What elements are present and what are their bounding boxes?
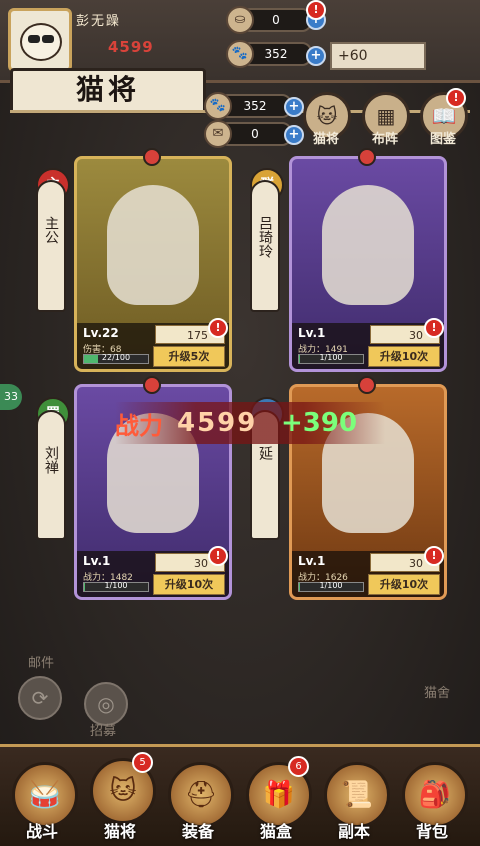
cat-head-icon: 🐱	[316, 104, 338, 128]
cat-coin-icon: 🐾	[204, 92, 232, 120]
player-avatar[interactable]	[8, 8, 72, 72]
hero-level: Lv.22	[83, 326, 119, 340]
treasure-chest-icon: 🎁	[262, 780, 296, 810]
handbook-alert-icon: !	[446, 88, 466, 108]
hero-name: 主公	[43, 216, 59, 244]
hero-card-1[interactable]: Lv.1 战力：1491 1/100 30 升级10次	[289, 156, 447, 372]
hero-progress-bar: 22/100	[83, 353, 149, 364]
recruit-label: 招募	[90, 724, 117, 739]
upgrade-button[interactable]: 升级10次	[368, 346, 440, 367]
hero-name-tag: 刘禅	[36, 410, 66, 540]
hero-name: 吕琦玲	[257, 216, 273, 258]
upgrade-alert-icon: !	[424, 546, 444, 566]
hero-card-footer: Lv.22 伤害：68 22/100 175 升级5次	[77, 323, 229, 369]
side-level-badge[interactable]: 33	[0, 384, 22, 410]
sunglasses-left-icon	[28, 35, 40, 43]
recruit-icon: ◎	[97, 692, 115, 716]
upgrade-alert-icon: !	[208, 546, 228, 566]
add-coin-mid-button[interactable]: +	[284, 97, 304, 117]
hero-level: Lv.1	[298, 554, 326, 568]
nav-badge: 5	[132, 752, 153, 773]
upgrade-cost-value: 30	[409, 329, 423, 342]
page-title: 猫将	[75, 73, 140, 106]
hero-card-footer: Lv.1 战力：1626 1/100 30 升级10次	[292, 551, 444, 597]
player-power: 4599	[108, 38, 154, 56]
nav-dungeon-label: 副本	[337, 822, 370, 841]
resource-top-1-value: 352	[264, 47, 288, 61]
hero-level: Lv.1	[83, 554, 111, 568]
nav-cat-general-label: 猫将	[103, 822, 136, 841]
hero-progress-bar: 1/100	[83, 581, 149, 592]
hero-progress-text: 1/100	[104, 581, 128, 590]
upgrade-cost-value: 30	[409, 557, 423, 570]
card-ornament-icon	[143, 376, 161, 394]
hero-name-tag: 主公	[36, 180, 66, 312]
upgrade-cost-value: 175	[187, 329, 208, 342]
hero-progress-text: 1/100	[319, 581, 343, 590]
nav-badge: 6	[288, 756, 309, 777]
menu-label-cat-general: 猫将	[312, 132, 339, 147]
hero-card-0[interactable]: Lv.22 伤害：68 22/100 175 升级5次	[74, 156, 232, 372]
resource-top-0-value: 0	[272, 13, 280, 27]
helmet-icon: ⛑	[184, 780, 218, 810]
nav-equipment-label: 装备	[181, 822, 214, 841]
battle-drum-icon: 🥁	[28, 780, 62, 810]
resource-mid-0-value: 352	[243, 99, 267, 113]
power-value: 4599	[177, 408, 258, 438]
alert-icon: !	[306, 0, 326, 20]
cat-general-icon: 🐱	[109, 776, 137, 806]
hero-card-footer: Lv.1 战力：1482 1/100 30 升级10次	[77, 551, 229, 597]
menu-label-handbook: 图鉴	[429, 132, 456, 147]
resource-mid-1-value: 0	[251, 127, 259, 141]
upgrade-button[interactable]: 升级10次	[153, 574, 225, 595]
nav-backpack-label: 背包	[415, 822, 448, 841]
upgrade-alert-icon: !	[208, 318, 228, 338]
power-change-popup: 战力 4599 +390	[115, 402, 385, 444]
hero-progress-text: 1/100	[319, 353, 343, 362]
scroll-icon: ✉	[204, 120, 232, 148]
upgrade-button[interactable]: 升级5次	[153, 346, 225, 367]
formation-grid-icon: ▦	[376, 104, 396, 128]
cat-face-icon	[20, 23, 62, 61]
player-name: 彭无躁	[76, 14, 122, 29]
hero-name: 刘禅	[43, 446, 59, 474]
hero-progress-bar: 1/100	[298, 581, 364, 592]
power-label: 战力	[115, 411, 163, 440]
sunglasses-right-icon	[42, 35, 54, 43]
cat-portrait-icon	[107, 185, 199, 305]
hero-name-tag: 吕琦玲	[250, 180, 280, 312]
nav-cat-box-label: 猫盒	[259, 822, 292, 841]
menu-label-formation: 布阵	[371, 132, 398, 147]
card-ornament-icon	[358, 148, 376, 166]
hero-progress-bar: 1/100	[298, 353, 364, 364]
power-delta: +390	[281, 408, 358, 438]
currency-icon: ⛀	[226, 6, 254, 34]
gain-indicator: +60	[330, 42, 426, 70]
page-title-banner: 猫将	[10, 68, 206, 114]
scroll-map-icon: 📜	[340, 780, 374, 810]
cattery-label[interactable]: 猫舍	[424, 682, 450, 701]
backpack-icon: 🎒	[418, 780, 452, 810]
nav-battle-label: 战斗	[25, 822, 58, 841]
mail-label: 邮件	[28, 656, 55, 671]
add-coin-button[interactable]: +	[306, 46, 326, 66]
mail-icon: ⟳	[31, 686, 49, 710]
hero-name: 延	[257, 446, 273, 460]
upgrade-alert-icon: !	[424, 318, 444, 338]
cat-coin-icon: 🐾	[226, 40, 254, 68]
hero-progress-text: 22/100	[101, 353, 131, 362]
upgrade-cost-value: 30	[194, 557, 208, 570]
card-ornament-icon	[143, 148, 161, 166]
mail-button[interactable]: ⟳	[18, 676, 62, 720]
hero-level: Lv.1	[298, 326, 326, 340]
upgrade-button[interactable]: 升级10次	[368, 574, 440, 595]
cat-portrait-icon	[322, 185, 414, 305]
card-ornament-icon	[358, 376, 376, 394]
hero-card-footer: Lv.1 战力：1491 1/100 30 升级10次	[292, 323, 444, 369]
